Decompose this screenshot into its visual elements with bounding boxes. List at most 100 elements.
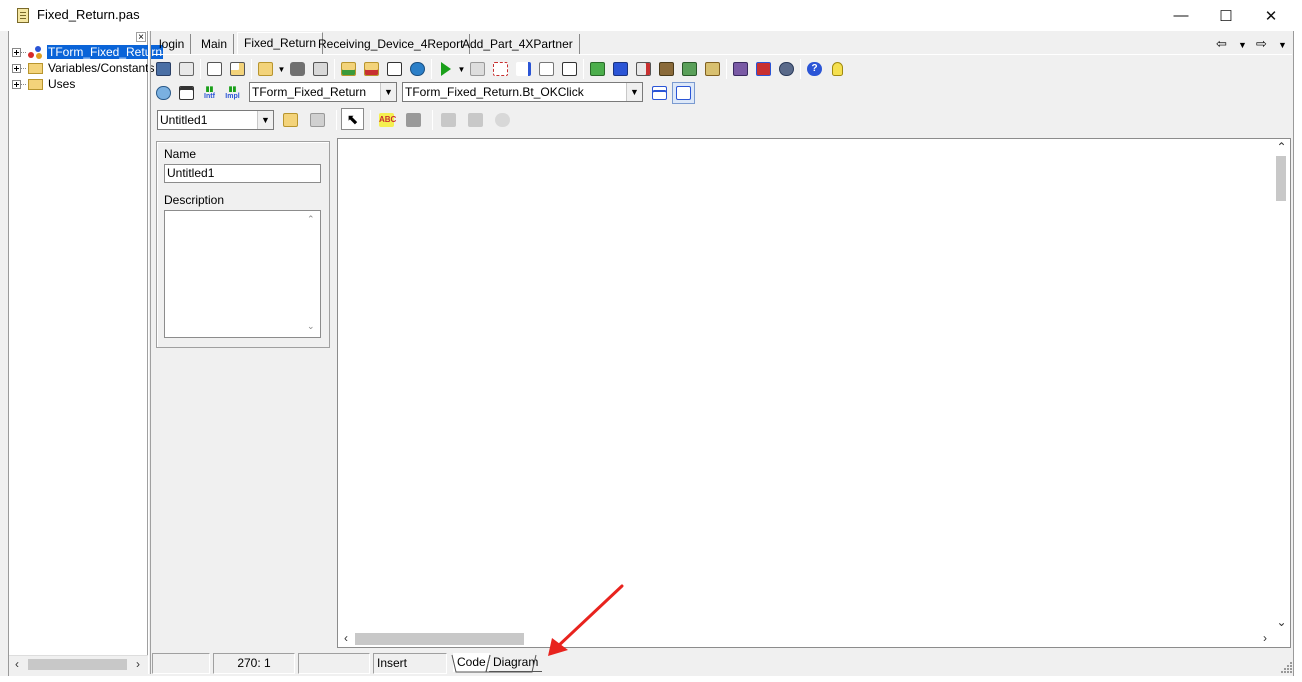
- tree-item-class[interactable]: TForm_Fixed_Return: [9, 44, 164, 60]
- toolbar-separator: [200, 59, 201, 79]
- tab-fixed-return[interactable]: Fixed_Return: [237, 32, 324, 55]
- tree-horizontal-scrollbar[interactable]: ‹ ›: [9, 655, 148, 672]
- minimize-button[interactable]: —: [1158, 0, 1204, 31]
- chevron-down-icon[interactable]: ⌄: [307, 321, 315, 332]
- step-over-button[interactable]: [512, 58, 535, 80]
- tree-item-variables[interactable]: Variables/Constants: [9, 60, 156, 76]
- forward-dropdown-icon[interactable]: ▼: [1278, 40, 1287, 50]
- save-all-button[interactable]: [309, 58, 332, 80]
- open-dropdown-icon[interactable]: ▼: [277, 65, 286, 74]
- window-list-button[interactable]: [175, 82, 198, 104]
- expand-icon[interactable]: [12, 47, 21, 57]
- tab-main[interactable]: Main: [195, 34, 235, 55]
- tab-login[interactable]: login: [153, 34, 192, 55]
- connector-tool-button[interactable]: [402, 109, 425, 131]
- open-button[interactable]: [254, 58, 277, 80]
- scroll-thumb[interactable]: [355, 633, 524, 645]
- description-field[interactable]: ⌃ ⌄: [164, 210, 321, 338]
- expand-icon[interactable]: [12, 79, 21, 89]
- comment-tool-button[interactable]: ABC: [375, 109, 398, 131]
- chevron-up-icon[interactable]: ⌃: [307, 214, 315, 225]
- tree-item-label[interactable]: Uses: [47, 77, 76, 91]
- check-button[interactable]: [383, 58, 406, 80]
- scroll-right-icon[interactable]: ›: [130, 656, 146, 673]
- diagram-canvas[interactable]: [337, 138, 1291, 648]
- pause-button[interactable]: [466, 58, 489, 80]
- web-button[interactable]: [406, 58, 429, 80]
- name-field[interactable]: Untitled1: [164, 164, 321, 183]
- resize-grip[interactable]: [1279, 660, 1293, 674]
- new-diagram-icon: [283, 113, 298, 127]
- settings-button[interactable]: [775, 58, 798, 80]
- evaluate-button[interactable]: [558, 58, 581, 80]
- new-unit-button[interactable]: [226, 58, 249, 80]
- tree-item-label[interactable]: TForm_Fixed_Return: [47, 45, 164, 59]
- scroll-thumb[interactable]: [1276, 156, 1286, 201]
- run-to-cursor-button[interactable]: [535, 58, 558, 80]
- scroll-up-icon[interactable]: ⌃: [1273, 139, 1290, 156]
- frame-bottom: [0, 676, 1302, 682]
- toolbar-separator: [336, 110, 337, 130]
- save-button[interactable]: [286, 58, 309, 80]
- help-icon: ?: [807, 62, 822, 76]
- forward-arrow-icon[interactable]: ⇨: [1256, 36, 1267, 52]
- tree-item-uses[interactable]: Uses: [9, 76, 76, 92]
- chevron-down-icon[interactable]: ▼: [380, 83, 396, 101]
- panel-splitter[interactable]: [148, 31, 151, 674]
- scroll-thumb[interactable]: [28, 659, 127, 670]
- edit-button[interactable]: [632, 58, 655, 80]
- horizontal-scrollbar[interactable]: ‹ ›: [338, 631, 1290, 647]
- chevron-down-icon[interactable]: ▼: [257, 111, 273, 129]
- save-all-icon: [313, 62, 328, 76]
- method-selector-combo[interactable]: TForm_Fixed_Return.Bt_OKClick ▼: [402, 82, 643, 102]
- scroll-down-icon[interactable]: ⌄: [1273, 614, 1290, 631]
- remove-from-project-button[interactable]: [360, 58, 383, 80]
- align-left-button[interactable]: [648, 82, 671, 104]
- expand-icon[interactable]: [12, 63, 21, 73]
- back-dropdown-icon[interactable]: ▼: [1238, 40, 1247, 50]
- trace-into-button[interactable]: [489, 58, 512, 80]
- tab-add-part-4xpartner[interactable]: Add_Part_4XPartner: [456, 34, 580, 55]
- close-button[interactable]: ✕: [1248, 0, 1294, 31]
- palette-button[interactable]: [609, 58, 632, 80]
- align-center-button[interactable]: [672, 82, 695, 104]
- delete-diagram-button[interactable]: [306, 109, 329, 131]
- scroll-left-icon[interactable]: ‹: [338, 631, 354, 647]
- browse-button[interactable]: [152, 82, 175, 104]
- books-button[interactable]: [752, 58, 775, 80]
- class-selector-combo[interactable]: TForm_Fixed_Return ▼: [249, 82, 397, 102]
- tabs-divider: [152, 54, 1292, 55]
- search-button[interactable]: [701, 58, 724, 80]
- tree-item-label[interactable]: Variables/Constants: [47, 61, 156, 75]
- toolbar-separator: [726, 59, 727, 79]
- maximize-button[interactable]: ☐: [1203, 0, 1249, 31]
- back-arrow-icon[interactable]: ⇦: [1216, 36, 1227, 52]
- tab-receiving-device-4report[interactable]: Receiving_Device_4Report: [312, 34, 471, 55]
- implementation-button[interactable]: ▮▮ Impl: [221, 82, 244, 104]
- install-button[interactable]: [678, 58, 701, 80]
- form-view-button[interactable]: [152, 58, 175, 80]
- help-button[interactable]: ?: [803, 58, 826, 80]
- add-to-project-button[interactable]: [337, 58, 360, 80]
- diagram-selector-combo[interactable]: Untitled1 ▼: [157, 110, 274, 130]
- scroll-left-icon[interactable]: ‹: [9, 656, 25, 673]
- chevron-down-icon[interactable]: ▼: [626, 83, 642, 101]
- interface-button[interactable]: ▮▮ Intf: [198, 82, 221, 104]
- run-dropdown-icon[interactable]: ▼: [457, 65, 466, 74]
- document-icon: [207, 62, 222, 76]
- scroll-right-icon[interactable]: ›: [1257, 631, 1273, 647]
- new-file-button[interactable]: [203, 58, 226, 80]
- components-button[interactable]: [586, 58, 609, 80]
- run-button[interactable]: [434, 58, 457, 80]
- close-panel-icon[interactable]: ×: [136, 32, 146, 43]
- description-scrollbar[interactable]: ⌃ ⌄: [304, 211, 320, 337]
- vertical-scrollbar[interactable]: ⌃ ⌄: [1273, 139, 1290, 631]
- pointer-tool-button[interactable]: ⬉: [341, 108, 364, 130]
- package-button[interactable]: [655, 58, 678, 80]
- code-explorer-tree[interactable]: TForm_Fixed_Return Variables/Constants U…: [9, 31, 164, 658]
- toggle-unit-button[interactable]: [175, 58, 198, 80]
- tip-button[interactable]: [826, 58, 849, 80]
- toolbar-separator: [432, 110, 433, 130]
- new-diagram-button[interactable]: [279, 109, 302, 131]
- tools-button[interactable]: [729, 58, 752, 80]
